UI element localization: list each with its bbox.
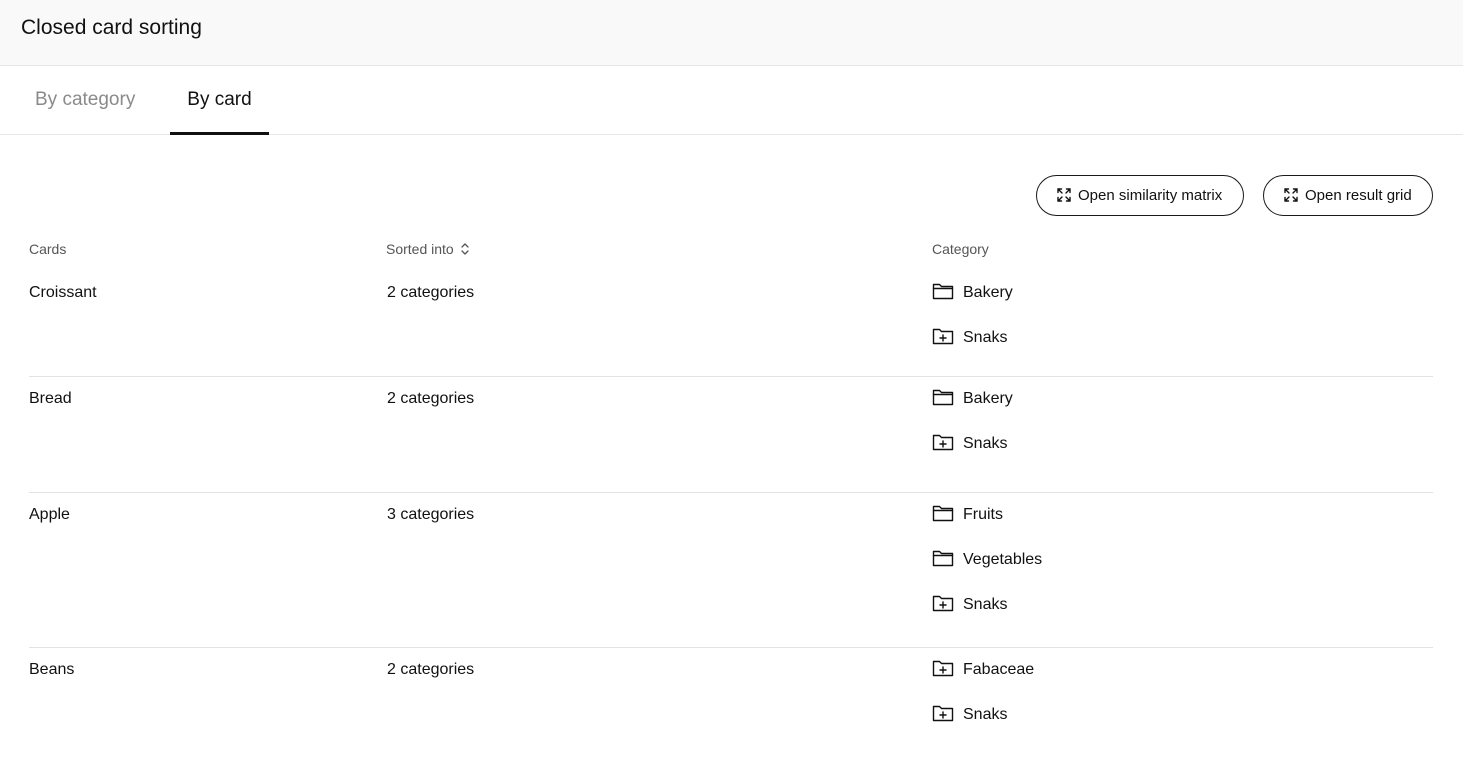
tab-by-category[interactable]: By category [35, 66, 135, 134]
category-item: Bakery [932, 283, 1013, 328]
category-name: Fabaceae [963, 661, 1035, 678]
folder-icon [932, 551, 954, 567]
column-header-category: Category [932, 241, 989, 257]
sorted-count: 2 categories [387, 661, 475, 678]
category-item: Snaks [932, 328, 1013, 373]
category-name: Snaks [963, 706, 1008, 723]
column-header-sorted-into-label: Sorted into [386, 241, 454, 257]
expand-icon [1057, 187, 1071, 202]
sorted-count: 2 categories [387, 390, 475, 407]
folder-plus-icon [932, 706, 954, 722]
column-header-cards: Cards [29, 241, 67, 257]
category-list: Bakery Snaks [932, 389, 1013, 479]
category-name: Fruits [963, 506, 1003, 523]
folder-icon [932, 284, 954, 300]
tab-by-card[interactable]: By card [170, 66, 269, 135]
category-list: Bakery Snaks [932, 283, 1013, 373]
category-item: Fabaceae [932, 660, 1034, 705]
category-name: Bakery [963, 390, 1013, 407]
folder-icon [932, 390, 954, 406]
sorted-count: 3 categories [387, 506, 475, 523]
category-name: Vegetables [963, 551, 1043, 568]
card-name: Bread [29, 390, 72, 407]
open-similarity-matrix-button[interactable]: Open similarity matrix [1036, 175, 1244, 216]
card-name: Croissant [29, 284, 97, 301]
category-item: Snaks [932, 705, 1034, 750]
expand-icon [1284, 187, 1298, 202]
folder-icon [932, 506, 954, 522]
folder-plus-icon [932, 329, 954, 345]
category-name: Snaks [963, 596, 1008, 613]
card-name: Apple [29, 506, 70, 523]
category-item: Fruits [932, 505, 1042, 550]
category-item: Vegetables [932, 550, 1042, 595]
sort-icon [461, 243, 469, 255]
category-name: Snaks [963, 435, 1008, 452]
page-header: Closed card sorting [0, 0, 1463, 66]
table-row: Apple 3 categories Fruits Vegetables Snaks [29, 493, 1433, 648]
card-name: Beans [29, 661, 75, 678]
category-name: Snaks [963, 329, 1008, 346]
category-list: Fruits Vegetables Snaks [932, 505, 1042, 640]
open-result-grid-label: Open result grid [1305, 187, 1412, 204]
folder-plus-icon [932, 596, 954, 612]
tab-bar: By category By card [0, 66, 1463, 135]
table-row: Beans 2 categories Fabaceae Snaks [29, 648, 1433, 768]
category-item: Bakery [932, 389, 1013, 434]
category-list: Fabaceae Snaks [932, 660, 1034, 750]
category-name: Bakery [963, 284, 1013, 301]
table-row: Bread 2 categories Bakery Snaks [29, 377, 1433, 493]
folder-plus-icon [932, 661, 954, 677]
category-item: Snaks [932, 595, 1042, 640]
page-title: Closed card sorting [21, 16, 202, 39]
cards-table: Croissant 2 categories Bakery Snaks Bread 2 c… [29, 271, 1433, 768]
sorted-count: 2 categories [387, 284, 475, 301]
open-result-grid-button[interactable]: Open result grid [1263, 175, 1433, 216]
column-header-sorted-into[interactable]: Sorted into [386, 241, 470, 257]
open-similarity-matrix-label: Open similarity matrix [1078, 187, 1223, 204]
category-item: Snaks [932, 434, 1013, 479]
folder-plus-icon [932, 435, 954, 451]
table-row: Croissant 2 categories Bakery Snaks [29, 271, 1433, 377]
